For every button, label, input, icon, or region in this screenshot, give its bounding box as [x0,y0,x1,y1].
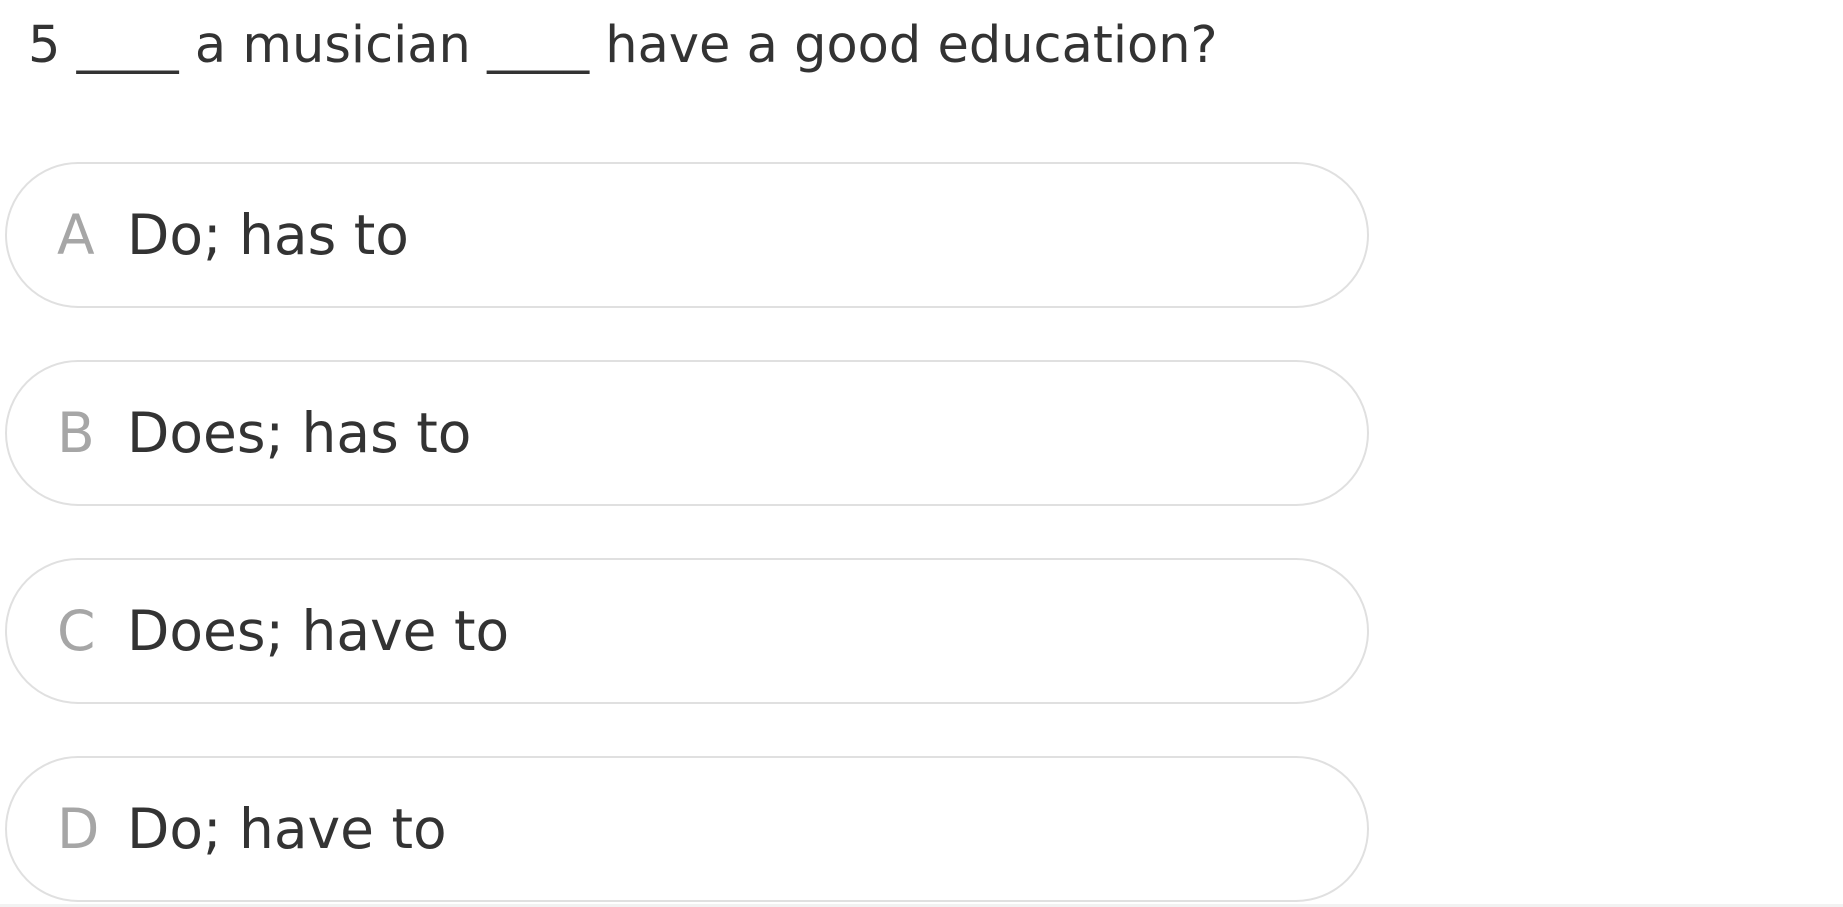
option-letter: D [57,797,100,861]
option-b[interactable]: B Does; has to [5,360,1369,506]
option-label: Does; has to [127,401,472,465]
option-label: Do; has to [127,203,409,267]
quiz-page: 5 ____ a musician ____ have a good educa… [0,0,1843,904]
option-label: Does; have to [127,599,510,663]
option-d[interactable]: D Do; have to [5,756,1369,902]
option-a[interactable]: A Do; has to [5,162,1369,308]
option-label: Do; have to [127,797,447,861]
option-letter: A [57,203,95,267]
option-letter: C [57,599,96,663]
question-text: 5 ____ a musician ____ have a good educa… [28,16,1218,75]
option-c[interactable]: C Does; have to [5,558,1369,704]
option-letter: B [57,401,95,465]
